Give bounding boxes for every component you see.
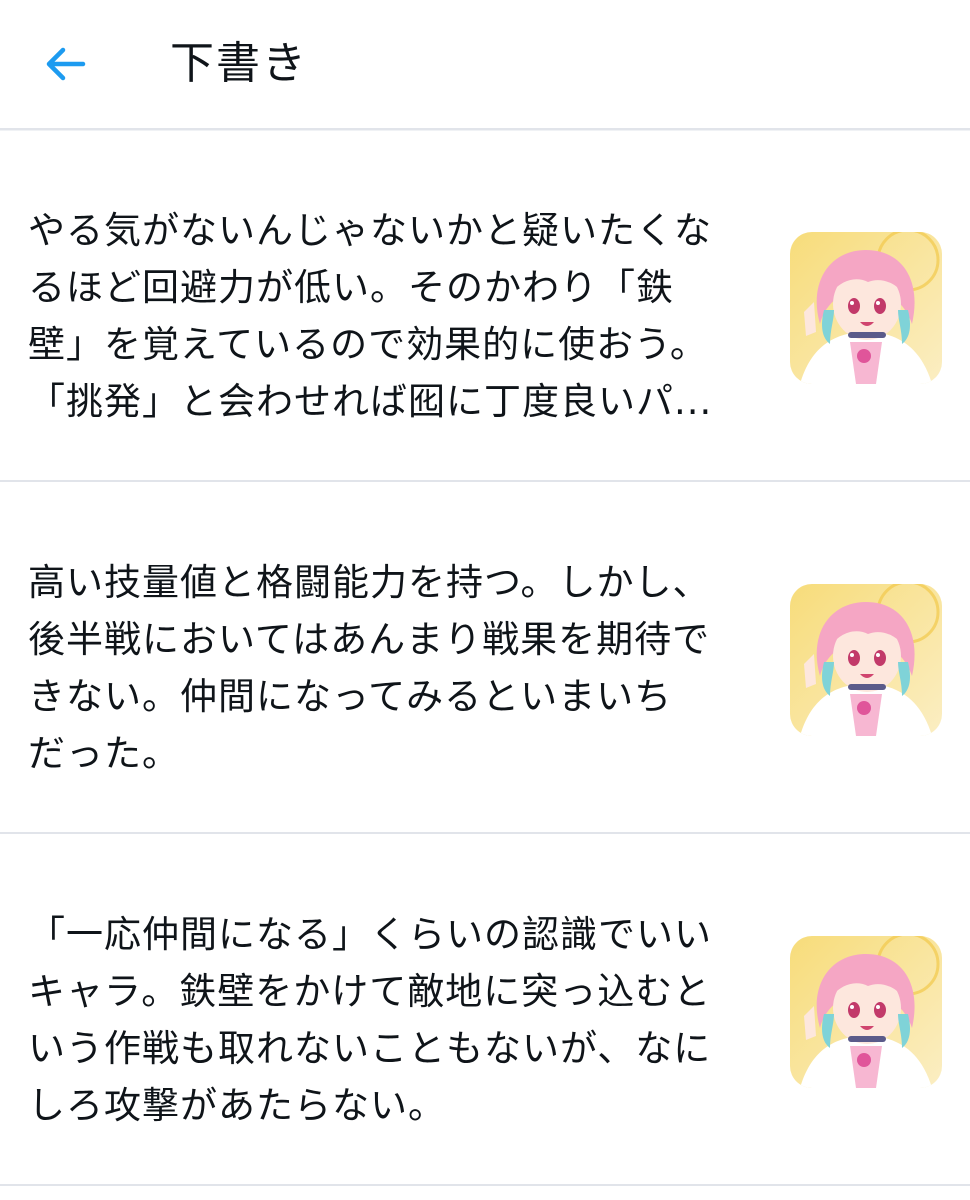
draft-item[interactable]: 「一応仲間になる」くらいの認識でいい キャラ。鉄壁をかけて敵地に突っ込むと いう… (0, 834, 970, 1186)
draft-text: 「一応仲間になる」くらいの認識でいい キャラ。鉄壁をかけて敵地に突っ込むと いう… (28, 913, 712, 1127)
attachment-thumbnail (790, 584, 942, 736)
attachment-thumbnail (790, 936, 942, 1088)
back-button[interactable] (34, 33, 96, 95)
draft-text: やる気がないんじゃないかと疑いたくな るほど回避力が低い。そのかわり「鉄 壁」を… (28, 209, 713, 423)
arrow-left-icon (43, 42, 87, 86)
draft-item[interactable]: やる気がないんじゃないかと疑いたくな るほど回避力が低い。そのかわり「鉄 壁」を… (0, 130, 970, 482)
top-bar: 下書き (0, 0, 970, 130)
draft-list: やる気がないんじゃないかと疑いたくな るほど回避力が低い。そのかわり「鉄 壁」を… (0, 130, 970, 1186)
attachment-thumbnail (790, 232, 942, 384)
page-title: 下書き (170, 38, 308, 89)
draft-item[interactable]: 高い技量値と格闘能力を持つ。しかし、 後半戦においてはあんまり戦果を期待で きな… (0, 482, 970, 834)
draft-text: 高い技量値と格闘能力を持つ。しかし、 後半戦においてはあんまり戦果を期待で きな… (28, 561, 711, 775)
